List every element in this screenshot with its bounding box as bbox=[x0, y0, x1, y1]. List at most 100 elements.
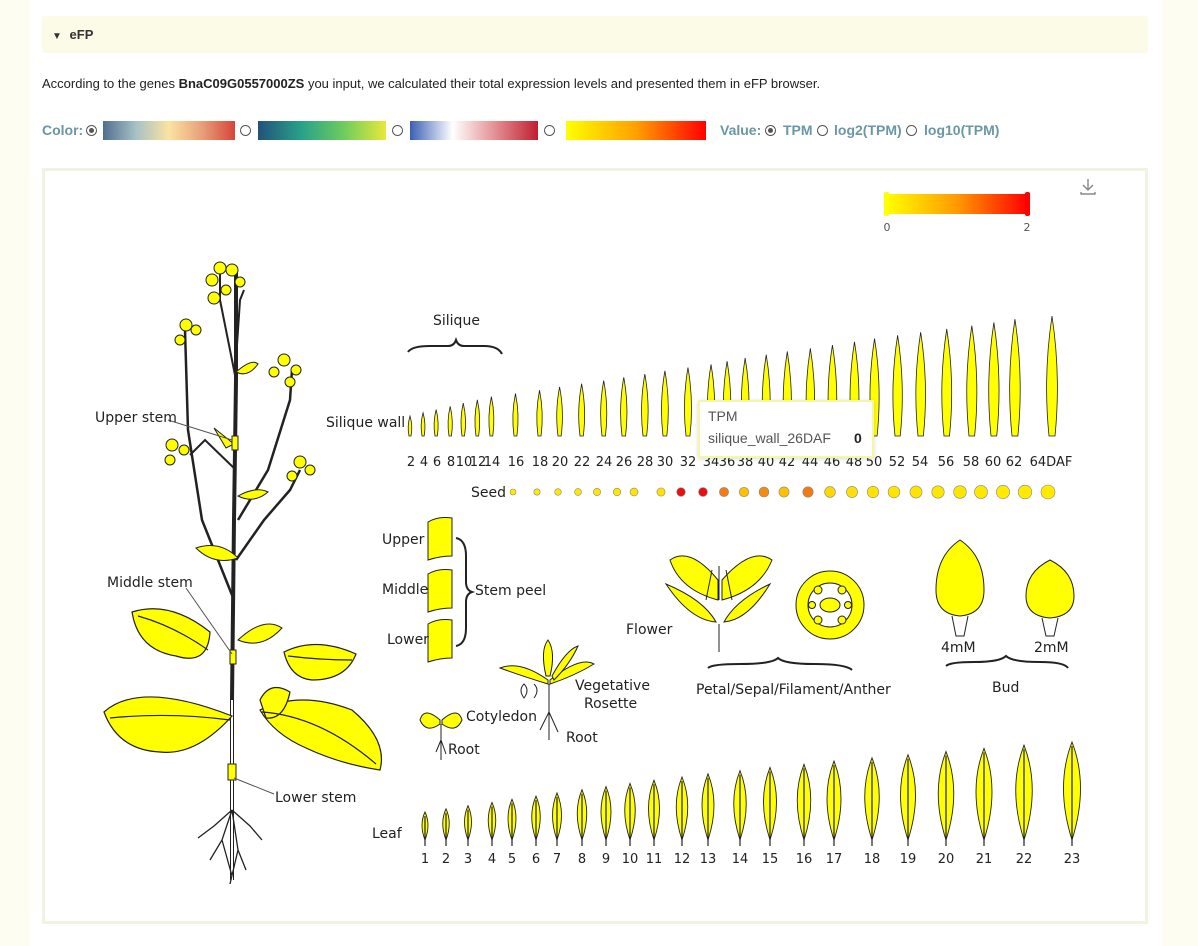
seed-point[interactable] bbox=[802, 486, 814, 498]
seed-point[interactable] bbox=[554, 488, 562, 496]
lower-peel-label: Lower bbox=[387, 632, 429, 648]
value-option-log2[interactable]: log2(TPM) bbox=[834, 122, 902, 138]
download-icon[interactable] bbox=[1080, 179, 1096, 195]
seed-point[interactable] bbox=[1017, 484, 1033, 500]
bud-2mm-tissue[interactable] bbox=[1025, 559, 1075, 619]
color-legend: 0 2 bbox=[884, 192, 1031, 234]
seed-point[interactable] bbox=[629, 487, 639, 497]
bud-2mm-label: 2mM bbox=[1034, 640, 1069, 656]
silique-wall-62[interactable] bbox=[1009, 319, 1021, 437]
value-radio-tpm[interactable] bbox=[765, 125, 776, 136]
bud-label: Bud bbox=[992, 680, 1019, 696]
silique-wall-8[interactable] bbox=[447, 406, 453, 437]
value-option-tpm[interactable]: TPM bbox=[783, 122, 813, 138]
palette-radio-1[interactable] bbox=[86, 125, 97, 136]
seed-point[interactable] bbox=[656, 487, 666, 497]
description: According to the genes BnaC09G0557000ZS … bbox=[42, 76, 820, 91]
value-radio-log2[interactable] bbox=[817, 125, 828, 136]
silique-wall-56[interactable] bbox=[941, 328, 953, 437]
efp-section-header[interactable]: ▼ eFP bbox=[42, 16, 1148, 53]
silique-tick-label: 20 bbox=[552, 455, 569, 470]
palette-radio-3[interactable] bbox=[392, 125, 403, 136]
seed-point[interactable] bbox=[676, 487, 686, 497]
stem-peel-label: Stem peel bbox=[475, 583, 546, 599]
seed-point[interactable] bbox=[612, 487, 622, 497]
seed-point[interactable] bbox=[974, 485, 988, 499]
cotyledon-tissue[interactable] bbox=[419, 712, 441, 729]
legend-min-handle[interactable] bbox=[884, 192, 889, 216]
palette-radio-2[interactable] bbox=[240, 125, 251, 136]
seed-point[interactable] bbox=[866, 485, 880, 499]
lower-stem-tissue[interactable] bbox=[227, 763, 237, 781]
collapse-toggle-icon[interactable]: ▼ bbox=[52, 31, 62, 42]
rosette-label: Rosette bbox=[584, 696, 637, 712]
rosette-tissue[interactable] bbox=[498, 665, 549, 685]
palette-radio-4[interactable] bbox=[544, 125, 555, 136]
silique-wall-2[interactable] bbox=[407, 414, 413, 437]
silique-wall-60[interactable] bbox=[988, 322, 1000, 437]
stem-peel-brace bbox=[455, 537, 476, 647]
seed-point[interactable] bbox=[533, 488, 541, 496]
silique-wall-26[interactable] bbox=[620, 377, 628, 437]
leaf-tick-label: 16 bbox=[796, 852, 813, 867]
leaf-tick-label: 2 bbox=[442, 852, 450, 867]
silique-wall-20[interactable] bbox=[556, 386, 563, 437]
seed-point[interactable] bbox=[738, 486, 750, 498]
silique-wall-52[interactable] bbox=[892, 335, 903, 437]
middle-peel-tissue[interactable] bbox=[427, 569, 453, 613]
cotyledon-label: Cotyledon bbox=[466, 709, 537, 725]
silique-tick-label: 28 bbox=[637, 455, 654, 470]
seed-point[interactable] bbox=[593, 488, 601, 496]
legend-max-handle[interactable] bbox=[1025, 192, 1030, 216]
seed-point[interactable] bbox=[574, 488, 582, 496]
seed-point[interactable] bbox=[509, 488, 517, 496]
seed-point[interactable] bbox=[758, 486, 770, 498]
leaf-tick-label: 22 bbox=[1016, 852, 1033, 867]
silique-wall-18[interactable] bbox=[536, 390, 543, 437]
bud-4mm-label: 4mM bbox=[941, 640, 976, 656]
silique-wall-30[interactable] bbox=[661, 370, 669, 437]
upper-stem-tissue[interactable] bbox=[231, 435, 239, 451]
silique-tick-label: 58 bbox=[963, 455, 980, 470]
leaf-tick-labels: 1 2 3 4 5 6 7 8 9 10 11 12 13 14 15 16 17 18 19 20 21 22 23 bbox=[421, 852, 1080, 867]
silique-wall-16[interactable] bbox=[512, 393, 519, 437]
seed-point[interactable] bbox=[1040, 484, 1056, 500]
seed-point[interactable] bbox=[846, 486, 858, 498]
seed-point[interactable] bbox=[778, 486, 790, 498]
silique-wall-32[interactable] bbox=[684, 367, 692, 437]
seed-point[interactable] bbox=[719, 487, 729, 497]
silique-wall-12[interactable] bbox=[474, 399, 481, 437]
silique-wall-58[interactable] bbox=[966, 325, 978, 437]
leaf-tick-label: 8 bbox=[578, 852, 586, 867]
silique-wall-64DAF[interactable] bbox=[1046, 315, 1058, 437]
palette-swatch-1[interactable] bbox=[103, 121, 235, 140]
seed-point[interactable] bbox=[996, 485, 1010, 499]
upper-peel-label: Upper bbox=[382, 532, 425, 548]
value-option-log10[interactable]: log10(TPM) bbox=[924, 122, 999, 138]
silique-wall-54[interactable] bbox=[915, 332, 926, 437]
palette-swatch-4[interactable] bbox=[566, 121, 706, 140]
seed-point[interactable] bbox=[698, 487, 708, 497]
silique-wall-22[interactable] bbox=[578, 383, 586, 437]
silique-wall-4[interactable] bbox=[420, 411, 426, 437]
palette-swatch-3[interactable] bbox=[410, 121, 538, 140]
seed-point[interactable] bbox=[931, 485, 945, 499]
silique-wall-10[interactable] bbox=[460, 403, 466, 437]
upper-peel-tissue[interactable] bbox=[427, 517, 453, 561]
leaf-tick-label: 19 bbox=[900, 852, 917, 867]
seed-point[interactable] bbox=[953, 485, 967, 499]
palette-swatch-2[interactable] bbox=[258, 121, 386, 140]
value-radio-log10[interactable] bbox=[906, 125, 917, 136]
bud-group: 4mM 2mM Bud bbox=[935, 539, 1075, 696]
silique-tick-label: 16 bbox=[508, 455, 525, 470]
silique-wall-24[interactable] bbox=[600, 380, 608, 437]
silique-wall-14[interactable] bbox=[488, 396, 495, 437]
lower-peel-tissue[interactable] bbox=[427, 619, 453, 663]
silique-wall-28[interactable] bbox=[641, 373, 649, 437]
seed-point[interactable] bbox=[887, 485, 901, 499]
leaf-tick-label: 11 bbox=[646, 852, 663, 867]
silique-wall-6[interactable] bbox=[433, 409, 439, 437]
seed-point[interactable] bbox=[909, 485, 923, 499]
bud-4mm-tissue[interactable] bbox=[935, 539, 985, 617]
seed-point[interactable] bbox=[824, 486, 836, 498]
